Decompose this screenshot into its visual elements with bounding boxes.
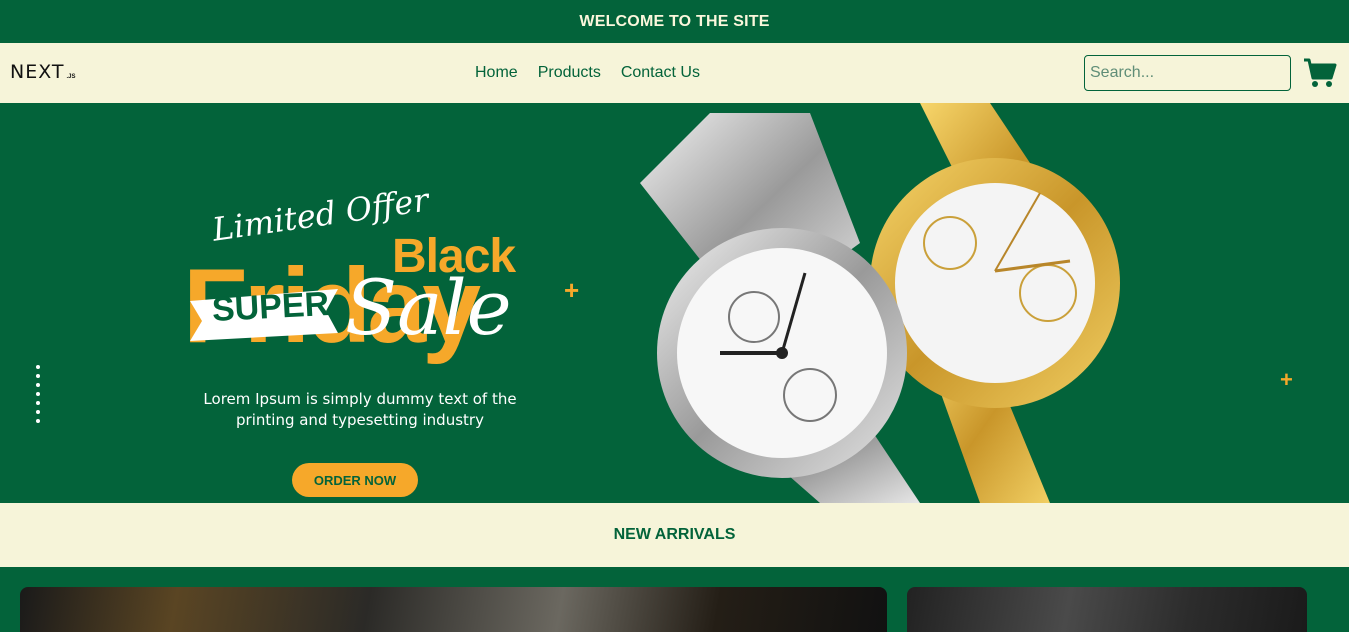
nav-link-contact[interactable]: Contact Us: [621, 64, 700, 82]
hero-description: Lorem Ipsum is simply dummy text of the …: [203, 390, 517, 429]
nav-link-products[interactable]: Products: [538, 64, 601, 82]
hero-banner: Limited Offer Black Friday SUPER Sale Lo…: [0, 103, 1349, 503]
hero-super-text: SUPER: [211, 284, 331, 330]
logo[interactable]: NEXT .JS: [10, 63, 76, 82]
welcome-text: WELCOME TO THE SITE: [579, 12, 770, 30]
decorative-dots: [36, 365, 40, 428]
logo-text: NEXT: [10, 61, 65, 83]
navbar: NEXT .JS Home Products Contact Us: [0, 43, 1349, 103]
order-now-button[interactable]: ORDER NOW: [292, 463, 418, 497]
product-card-image[interactable]: [20, 587, 887, 632]
product-card-image[interactable]: [907, 587, 1307, 632]
logo-subtext: .JS: [66, 74, 76, 80]
nav-link-home[interactable]: Home: [475, 64, 518, 82]
new-arrivals-section: NEW ARRIVALS: [0, 503, 1349, 567]
watches-image: [640, 103, 1120, 503]
hero-sale-text: Sale: [345, 263, 512, 352]
product-cards: [0, 567, 1349, 632]
sparkle-icon: +: [564, 275, 580, 305]
welcome-banner: WELCOME TO THE SITE: [0, 0, 1349, 43]
search-input[interactable]: [1084, 55, 1291, 91]
sparkle-icon: +: [1280, 367, 1293, 392]
new-arrivals-title: NEW ARRIVALS: [613, 526, 736, 543]
cart-icon[interactable]: [1303, 57, 1337, 89]
main-menu: Home Products Contact Us: [475, 43, 700, 103]
